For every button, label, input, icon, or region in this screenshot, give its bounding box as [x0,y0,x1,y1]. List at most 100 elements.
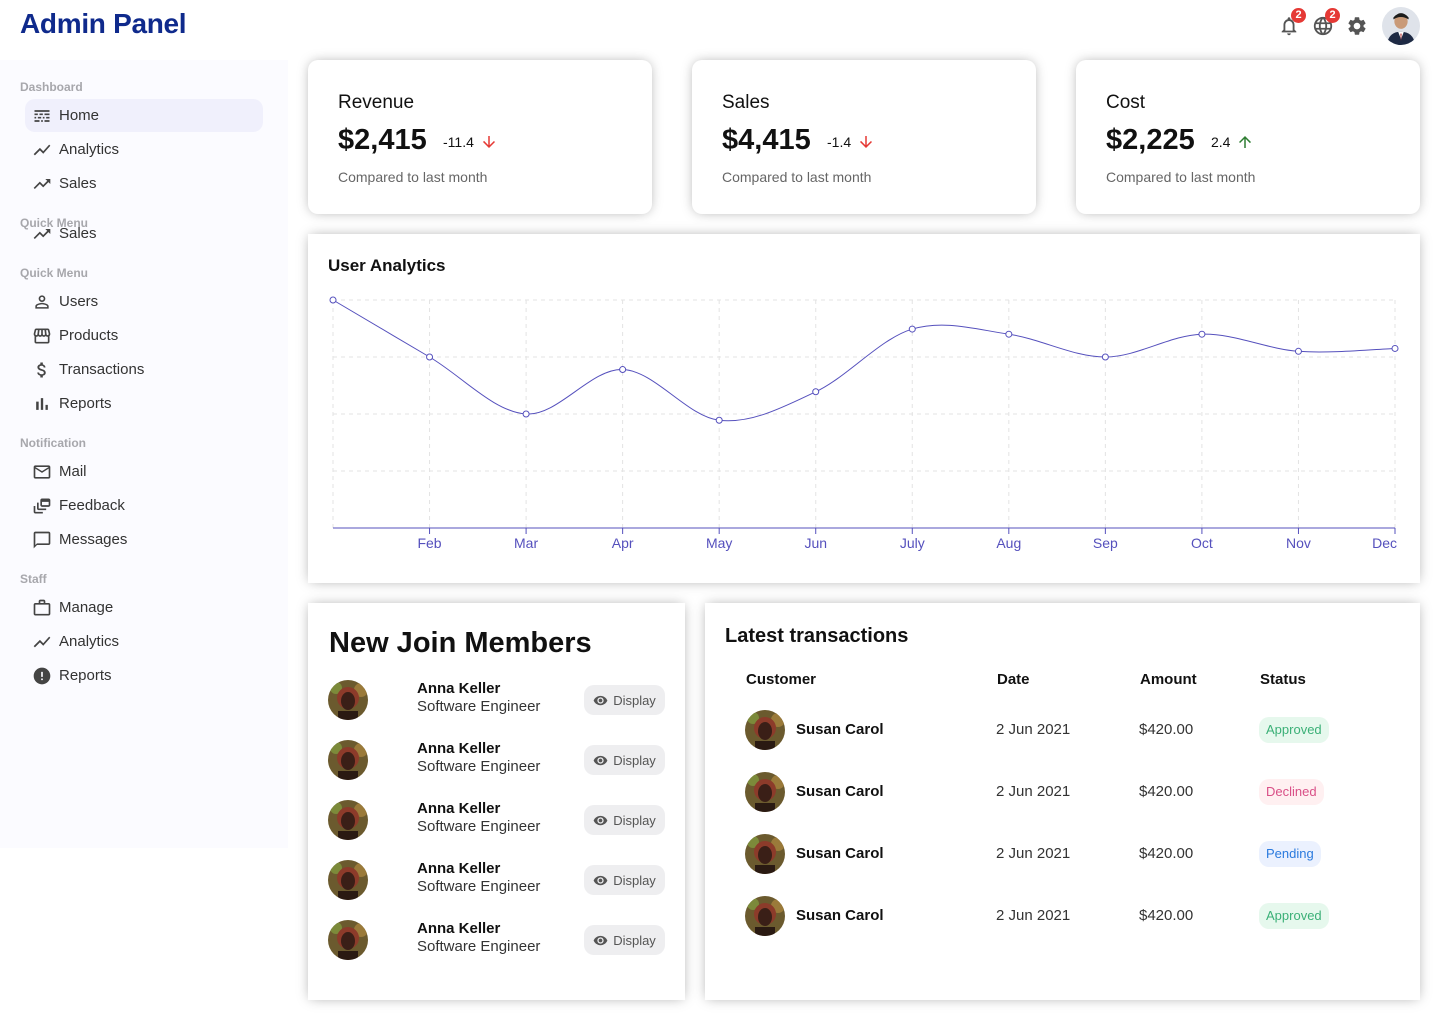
sidebar-item-transactions[interactable]: Transactions [25,353,263,386]
user-analytics-chart: Feb Mar Apr May Jun July Aug Sep Oct Nov Dec [329,296,1399,551]
customer-avatar [745,772,785,812]
kpi-rate-value: -11.4 [443,134,474,150]
notifications-badge: 2 [1291,8,1306,23]
user-avatar[interactable] [1382,7,1420,45]
status-badge[interactable]: Approved [1259,717,1329,743]
sidebar-item-label: Feedback [59,497,125,514]
sidebar-item-reports[interactable]: Reports [25,387,263,420]
member-avatar [328,800,368,840]
sidebar-item-label: Users [59,293,99,310]
status-badge[interactable]: Declined [1259,779,1324,805]
display-button[interactable]: Display [584,865,665,895]
sidebar-item-label: Manage [59,599,114,616]
kpi-rate-value: 2.4 [1211,134,1231,150]
kpi-value: $4,415 [722,124,811,156]
x-tick-label: Mar [514,535,538,551]
x-tick-label: Aug [996,535,1021,551]
sidebar-item-users[interactable]: Users [25,285,263,318]
series-line [332,299,1396,422]
data-point [908,325,916,333]
display-button-label: Display [613,932,656,948]
sidebar-item-label: Mail [59,463,87,480]
customer-avatar [745,834,785,874]
transaction-amount: $420.00 [1139,845,1194,862]
analytics-icon [31,631,53,653]
sidebar-item-label: Products [59,327,119,344]
data-point [1198,330,1206,338]
sidebar-item-reports[interactable]: Reports [25,659,263,692]
x-tick-label: Oct [1191,535,1213,551]
x-tick-label: Feb [417,535,441,551]
kpi-card-revenue: Revenue $2,415 -11.4 Compared to last mo… [308,60,652,214]
transaction-date: 2 Jun 2021 [996,721,1071,738]
topbar: Admin Panel 2 2 [0,0,1440,52]
status-badge[interactable]: Approved [1259,903,1329,929]
member-avatar [328,860,368,900]
data-point [1005,330,1013,338]
sidebar-section-title: Quick Menu [20,266,89,280]
transaction-date: 2 Jun 2021 [996,845,1071,862]
settings-button[interactable] [1346,15,1368,37]
notifications-button[interactable]: 2 [1278,8,1306,37]
sidebar-section-title: Staff [20,572,47,586]
kpi-subtitle: Compared to last month [722,169,872,185]
analytics-icon [31,139,53,161]
sidebar-item-messages[interactable]: Messages [25,523,263,556]
eye-icon [593,935,608,945]
data-point [1391,344,1399,352]
display-button[interactable]: Display [584,685,665,715]
customer-name: Susan Carol [796,845,884,862]
display-button[interactable]: Display [584,805,665,835]
dollar-icon [31,359,53,381]
dynamic-feed-icon [31,495,53,517]
member-job: Software Engineer [417,878,541,895]
app-logo[interactable]: Admin Panel [20,8,187,40]
data-point [1294,347,1302,355]
member-row: Anna Keller Software Engineer Display [328,800,665,840]
sidebar-item-feedback[interactable]: Feedback [25,489,263,522]
kpi-card-sales: Sales $4,415 -1.4 Compared to last month [692,60,1036,214]
display-button-label: Display [613,872,656,888]
user-icon [31,291,53,313]
sidebar-section-title: Dashboard [20,80,83,94]
column-header-customer: Customer [746,671,817,688]
customer-name: Susan Carol [796,907,884,924]
display-button-label: Display [613,752,656,768]
table-row: Susan Carol 2 Jun 2021 $420.00 Declined [745,772,1385,812]
member-row: Anna Keller Software Engineer Display [328,920,665,960]
sidebar-item-sales[interactable]: Sales [25,167,263,200]
sidebar-item-sales[interactable]: Sales [25,217,263,250]
member-name: Anna Keller [417,920,501,937]
x-tick-label: July [900,535,925,551]
language-button[interactable]: 2 [1312,8,1340,37]
sidebar-item-analytics[interactable]: Analytics [25,625,263,658]
sidebar-item-mail[interactable]: Mail [25,455,263,488]
user-analytics-card: User Analytics Feb Mar Apr May Jun July Aug Sep… [308,234,1420,583]
sidebar-item-products[interactable]: Products [25,319,263,352]
members-title: New Join Members [329,627,592,659]
eye-icon [593,875,608,885]
status-badge[interactable]: Pending [1259,841,1321,867]
transaction-date: 2 Jun 2021 [996,907,1071,924]
sidebar-item-analytics[interactable]: Analytics [25,133,263,166]
display-button[interactable]: Display [584,925,665,955]
trending-up-icon [31,173,53,195]
customer-name: Susan Carol [796,721,884,738]
mail-icon [31,461,53,483]
sidebar-item-label: Reports [59,667,112,684]
member-row: Anna Keller Software Engineer Display [328,860,665,900]
sidebar-item-label: Transactions [59,361,145,378]
error-icon [31,665,53,687]
display-button[interactable]: Display [584,745,665,775]
sidebar-item-manage[interactable]: Manage [25,591,263,624]
bar-chart-icon [31,393,53,415]
transaction-date: 2 Jun 2021 [996,783,1071,800]
kpi-rate-value: -1.4 [827,134,852,150]
x-tick-label: Sep [1093,535,1118,551]
kpi-value: $2,225 [1106,124,1195,156]
column-header-status: Status [1260,671,1306,688]
eye-icon [593,755,608,765]
column-header-amount: Amount [1140,671,1197,688]
member-avatar [328,920,368,960]
sidebar-item-home[interactable]: Home [25,99,263,132]
